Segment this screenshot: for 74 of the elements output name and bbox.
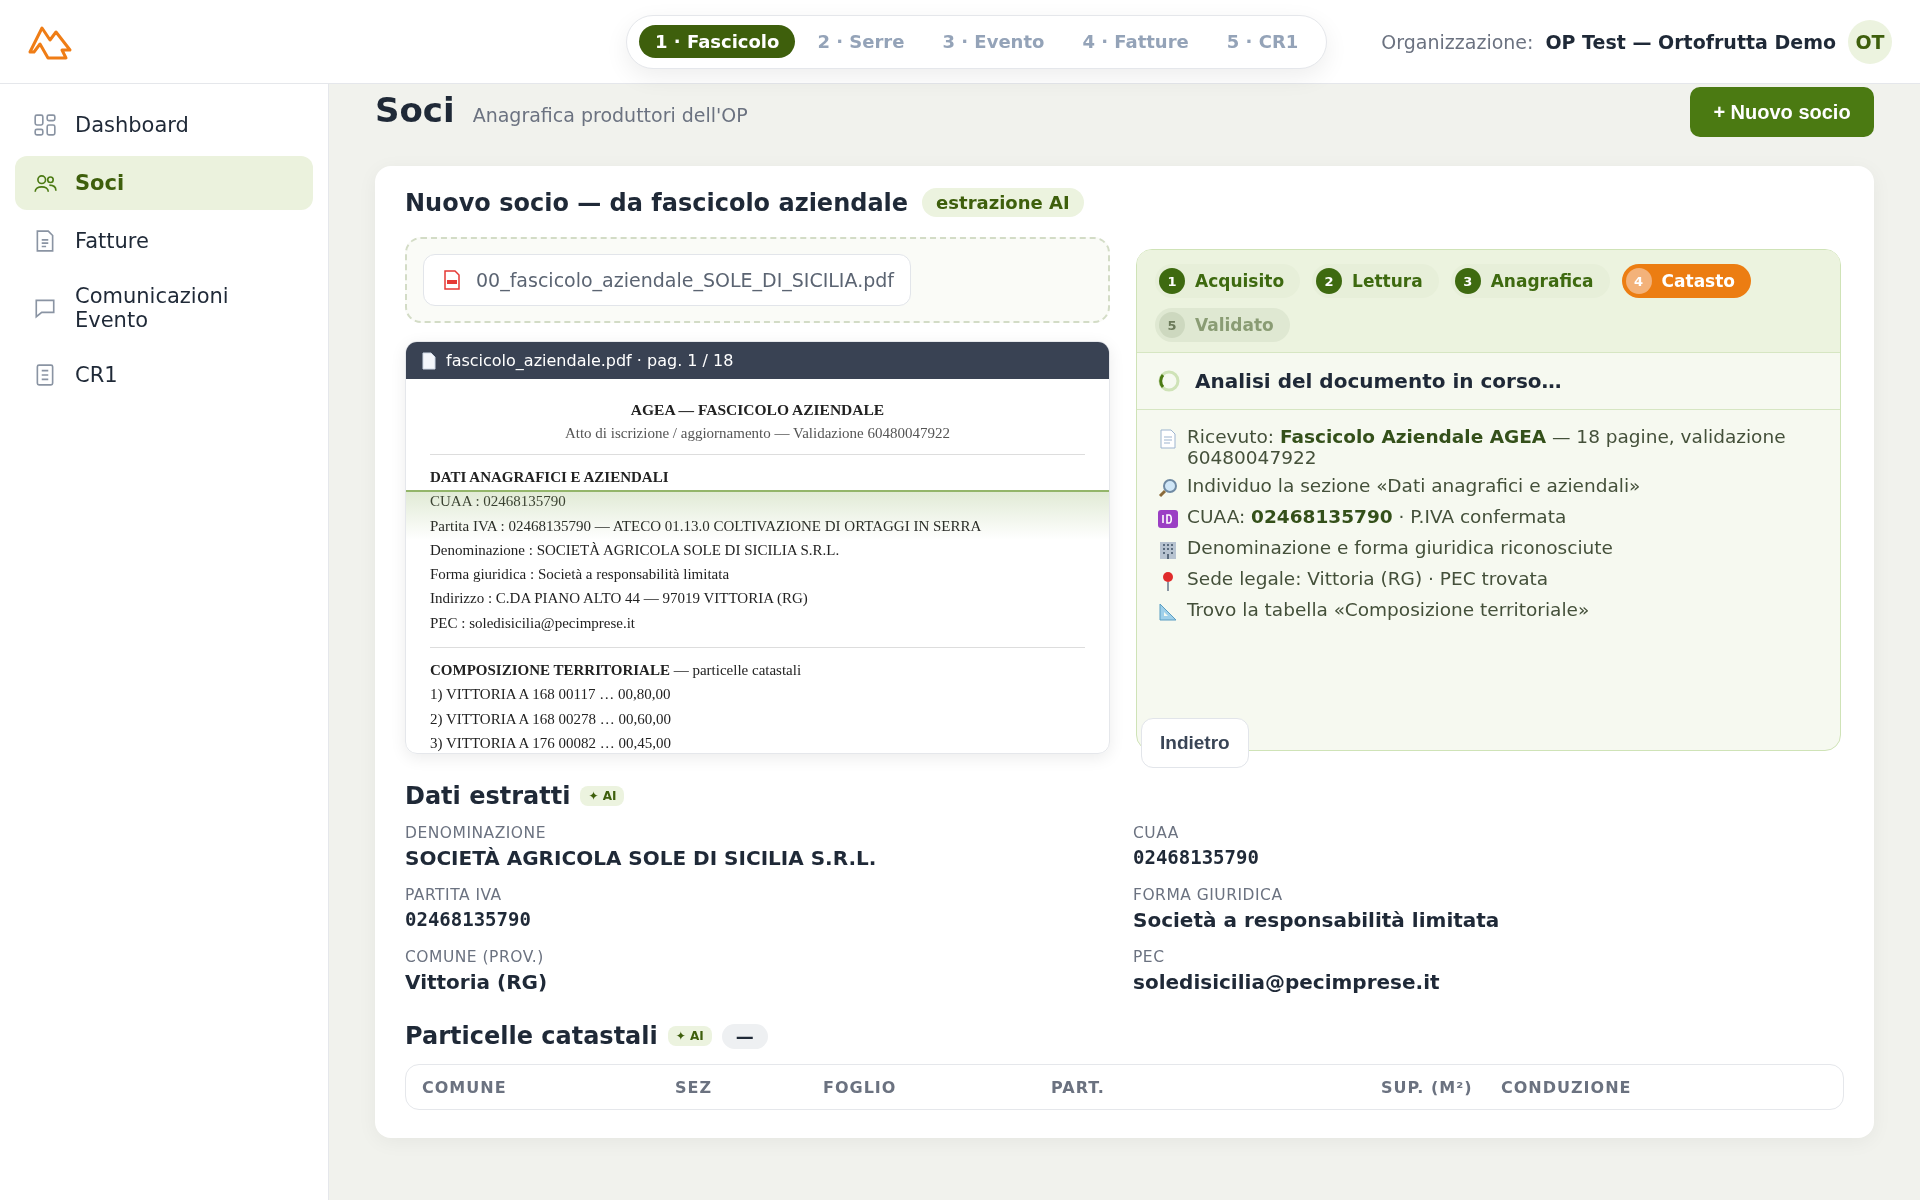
document-line: CUAA : 02468135790 xyxy=(430,492,567,512)
document-subtitle: Atto di iscrizione / aggiornamento — Validazione 60480047922 xyxy=(563,425,952,442)
field-label: PEC xyxy=(1133,948,1166,966)
progress-step: 4 Catasto xyxy=(1621,264,1752,298)
document-line: 1) VITTORIA A 168 00117 … 00,80,00 xyxy=(430,685,672,705)
preview-header: fascicolo_aziendale.pdf · pag. 1 / 18 xyxy=(406,342,1109,379)
log-entry: Denominazione e forma giuridica riconosciute xyxy=(1187,537,1613,558)
field-value: SOCIETÀ AGRICOLA SOLE DI SICILIA S.R.L. xyxy=(405,846,878,870)
log-entry: Sede legale: Vittoria (RG) · PEC trovata xyxy=(1187,568,1549,589)
document-line: 2) VITTORIA A 168 00278 … 00,60,00 xyxy=(430,709,673,729)
back-button[interactable]: Indietro xyxy=(1141,718,1249,768)
card-title: Nuovo socio — da fascicolo aziendale xyxy=(405,188,909,217)
ai-badge: estrazione AI xyxy=(922,188,1084,217)
spinner-icon xyxy=(1157,369,1181,393)
page-subtitle: Anagrafica produttori dell'OP xyxy=(472,104,748,126)
avatar[interactable]: OT xyxy=(1848,19,1892,64)
column-header: PART. xyxy=(1051,1077,1106,1097)
sidebar-item[interactable]: Dashboard xyxy=(15,98,313,152)
document-line: PEC : soledisicilia@pecimprese.it xyxy=(430,613,637,633)
sidebar-item[interactable]: Fatture xyxy=(15,214,313,268)
field-value: 02468135790 xyxy=(1133,846,1260,868)
column-header: FOGLIO xyxy=(823,1077,898,1097)
sidebar-item[interactable]: Soci xyxy=(15,156,313,210)
column-header: COMUNE xyxy=(422,1077,508,1097)
document-line: DATI ANAGRAFICI E AZIENDALI xyxy=(430,468,670,487)
ai-badge: ✦ AI xyxy=(580,786,625,806)
field-label: FORMA GIURIDICA xyxy=(1133,886,1284,904)
dashboard-icon xyxy=(33,113,57,137)
document-title: AGEA — FASCICOLO AZIENDALE xyxy=(629,401,886,419)
count-badge: — xyxy=(721,1023,768,1049)
log-entry: Ricevuto: Fascicolo Aziendale AGEA — 18 pagine, validazione 60480047922 xyxy=(1187,426,1787,468)
status-text: Analisi del documento in corso… xyxy=(1195,369,1562,393)
column-header: SUP. (M²) xyxy=(1381,1077,1474,1097)
section-title: Dati estratti xyxy=(405,782,571,810)
log-entry: Individuo la sezione «Dati anagrafici e aziendali» xyxy=(1187,475,1641,496)
step-tab[interactable]: 1 · Fascicolo xyxy=(639,25,796,58)
document-line: 3) VITTORIA A 176 00082 … 00,45,00 xyxy=(430,733,673,753)
section-title: Particelle catastali xyxy=(405,1022,658,1050)
ai-badge: ✦ AI xyxy=(667,1026,712,1046)
sidebar-item[interactable]: Comunicazioni Evento xyxy=(15,272,313,344)
magnifier-icon xyxy=(1157,477,1179,499)
document-line: Partita IVA : 02468135790 — ATECO 01.13.0 COLTIVAZIONE DI ORTAGGI IN SERRA xyxy=(430,516,983,536)
organization-name: OP Test — Ortofrutta Demo xyxy=(1545,30,1836,53)
field-label: PARTITA IVA xyxy=(405,886,503,904)
column-header: CONDUZIONE xyxy=(1501,1077,1632,1097)
log-entry: CUAA: 02468135790 · P.IVA confermata xyxy=(1187,506,1567,527)
page-title: Soci xyxy=(375,90,455,130)
new-member-button[interactable]: + Nuovo socio xyxy=(1690,87,1874,137)
progress-step: 2 Lettura xyxy=(1312,264,1439,298)
sidebar-item[interactable]: CR1 xyxy=(15,348,313,402)
document-line: COMPOSIZIONE TERRITORIALE — particelle catastali xyxy=(430,661,803,681)
log-entry: Trovo la tabella «Composizione territoriale» xyxy=(1187,599,1590,620)
organization-label: Organizzazione: xyxy=(1381,30,1534,53)
field-label: CUAA xyxy=(1133,824,1180,842)
id-icon xyxy=(1157,508,1179,530)
document-line: Denominazione : SOCIETÀ AGRICOLA SOLE DI SICILIA S.R.L. xyxy=(430,540,841,560)
field-label: COMUNE (PROV.) xyxy=(405,948,545,966)
pdf-file-icon xyxy=(444,270,460,290)
progress-step: 3 Anagrafica xyxy=(1450,264,1610,298)
progress-step: 1 Acquisito xyxy=(1155,264,1301,298)
field-value: soledisicilia@pecimprese.it xyxy=(1133,970,1441,994)
field-value: Vittoria (RG) xyxy=(405,970,549,994)
progress-step: 5 Validato xyxy=(1155,308,1290,342)
file-chip[interactable]: 00_fascicolo_aziendale_SOLE_DI_SICILIA.pdf xyxy=(423,254,911,306)
field-value: Società a responsabilità limitata xyxy=(1133,908,1501,932)
document-line: Indirizzo : C.DA PIANO ALTO 44 — 97019 VITTORIA (RG) xyxy=(430,589,809,609)
field-label: DENOMINAZIONE xyxy=(405,824,547,842)
document-icon xyxy=(422,351,436,370)
drop-zone[interactable]: 00_fascicolo_aziendale_SOLE_DI_SICILIA.pdf xyxy=(405,237,1110,323)
field-value: 02468135790 xyxy=(405,908,532,930)
building-icon xyxy=(1157,539,1179,561)
document-line: Forma giuridica : Società a responsabilità limitata xyxy=(430,565,731,585)
column-header: SEZ xyxy=(675,1077,714,1097)
document-icon xyxy=(1157,428,1179,450)
